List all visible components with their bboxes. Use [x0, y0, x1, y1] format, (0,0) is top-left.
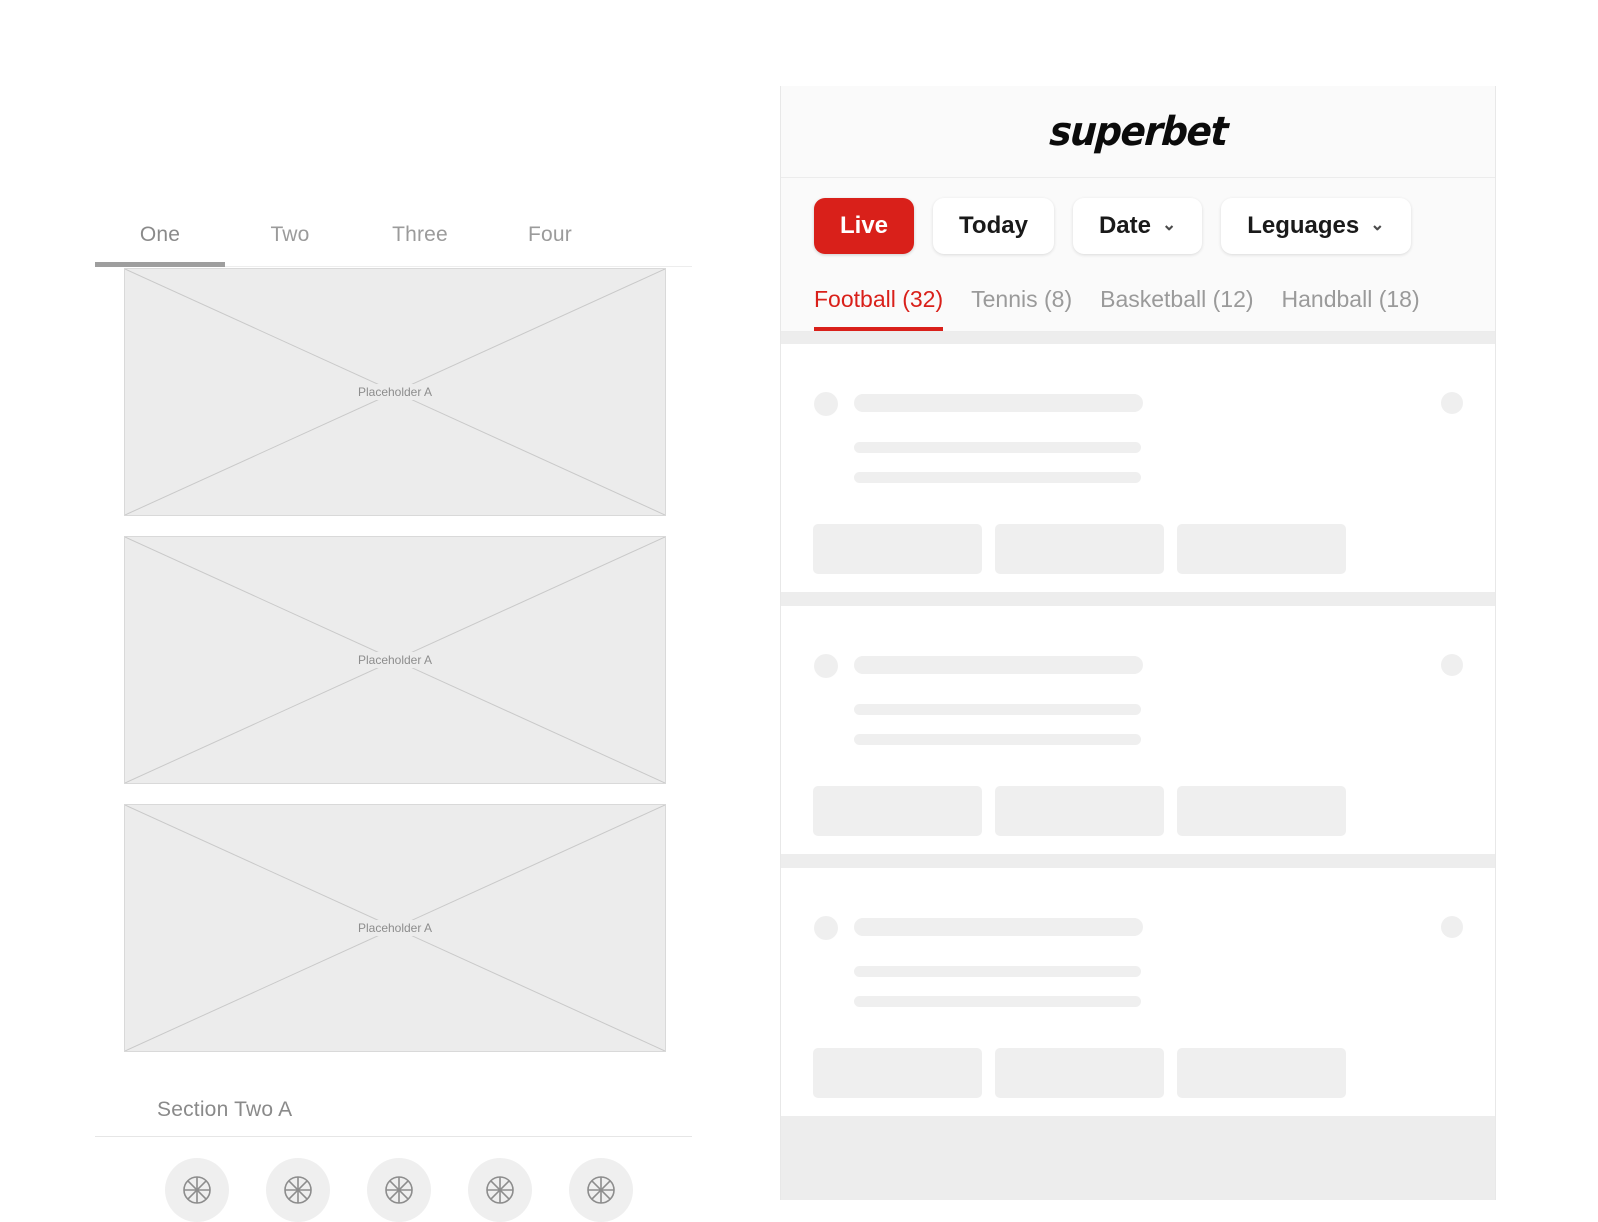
chip-item-2[interactable] — [266, 1158, 330, 1222]
skeleton-team-line-2 — [854, 996, 1141, 1007]
skeleton-team-line-1 — [854, 704, 1141, 715]
sport-tab-handball[interactable]: Handball (18) — [1282, 286, 1420, 331]
ball-wheel-icon — [483, 1173, 517, 1207]
skeleton-team-line-1 — [854, 442, 1141, 453]
chip-item-1[interactable] — [165, 1158, 229, 1222]
skeleton-odd-box[interactable] — [813, 786, 982, 836]
skeleton-odd-box[interactable] — [995, 786, 1164, 836]
placeholder-label: Placeholder A — [357, 384, 433, 400]
section-two-a-heading: Section Two A — [157, 1098, 293, 1121]
wireframe-tabbar: One Two Three Four — [95, 212, 692, 267]
active-tab-indicator — [95, 262, 225, 267]
tab-two[interactable]: Two — [225, 212, 355, 266]
wireframe-panel: One Two Three Four Placeholder A Placeho… — [0, 0, 760, 1222]
ball-wheel-icon — [382, 1173, 416, 1207]
skeleton-team-line-2 — [854, 734, 1141, 745]
filter-today-button[interactable]: Today — [933, 198, 1054, 254]
skeleton-odd-box[interactable] — [813, 524, 982, 574]
chevron-down-icon: ⌄ — [1370, 214, 1385, 234]
app-header: superbet — [781, 86, 1495, 178]
chip-row — [95, 1158, 695, 1222]
skeleton-favorite-dot[interactable] — [1441, 916, 1463, 938]
placeholder-image-c: Placeholder A — [124, 804, 666, 1052]
skeleton-odds-row — [813, 524, 1346, 574]
placeholder-label: Placeholder A — [357, 652, 433, 668]
skeleton-team-line-2 — [854, 472, 1141, 483]
sport-tab-football[interactable]: Football (32) — [814, 286, 944, 331]
filter-live-button[interactable]: Live — [814, 198, 915, 254]
skeleton-team-line-1 — [854, 966, 1141, 977]
ball-wheel-icon — [180, 1173, 214, 1207]
skeleton-title-line — [854, 394, 1143, 412]
match-card[interactable] — [781, 344, 1495, 592]
chip-item-4[interactable] — [468, 1158, 532, 1222]
ball-wheel-icon — [281, 1173, 315, 1207]
filter-date-dropdown[interactable]: Date ⌄ — [1072, 198, 1203, 254]
tab-one[interactable]: One — [95, 212, 225, 266]
skeleton-odd-box[interactable] — [1177, 1048, 1346, 1098]
section-divider — [95, 1136, 692, 1137]
filter-bar: Live Today Date ⌄ Leguages ⌄ — [781, 178, 1495, 272]
skeleton-odd-box[interactable] — [995, 1048, 1164, 1098]
skeleton-favorite-dot[interactable] — [1441, 654, 1463, 676]
tab-three[interactable]: Three — [355, 212, 485, 266]
superbet-logo: superbet — [1047, 108, 1229, 155]
skeleton-favorite-dot[interactable] — [1441, 392, 1463, 414]
skeleton-title-line — [854, 918, 1143, 936]
skeleton-odd-box[interactable] — [995, 524, 1164, 574]
filter-date-label: Date — [1098, 212, 1151, 239]
filter-leagues-dropdown[interactable]: Leguages ⌄ — [1221, 198, 1411, 254]
match-card[interactable] — [781, 606, 1495, 854]
chip-item-3[interactable] — [367, 1158, 431, 1222]
match-card-list — [781, 332, 1495, 1116]
superbet-app-panel: superbet Live Today Date ⌄ Leguages ⌄ Fo… — [780, 86, 1496, 1200]
sport-tab-tennis[interactable]: Tennis (8) — [971, 286, 1072, 331]
placeholder-image-b: Placeholder A — [124, 536, 666, 784]
tab-four[interactable]: Four — [485, 212, 615, 266]
match-card[interactable] — [781, 868, 1495, 1116]
skeleton-odds-row — [813, 1048, 1346, 1098]
skeleton-odd-box[interactable] — [1177, 786, 1346, 836]
placeholder-image-a: Placeholder A — [124, 268, 666, 516]
skeleton-avatar — [814, 392, 838, 416]
filter-leagues-label: Leguages — [1247, 212, 1360, 239]
skeleton-title-line — [854, 656, 1143, 674]
chip-item-5[interactable] — [569, 1158, 633, 1222]
filter-today-label: Today — [959, 212, 1028, 239]
sport-tabs: Football (32) Tennis (8) Basketball (12)… — [781, 272, 1495, 332]
filter-live-label: Live — [840, 212, 889, 239]
placeholder-label: Placeholder A — [357, 920, 433, 936]
skeleton-avatar — [814, 654, 838, 678]
skeleton-odd-box[interactable] — [1177, 524, 1346, 574]
chevron-down-icon: ⌄ — [1161, 214, 1177, 234]
ball-wheel-icon — [584, 1173, 618, 1207]
sport-tab-basketball[interactable]: Basketball (12) — [1100, 286, 1253, 331]
skeleton-avatar — [814, 916, 838, 940]
skeleton-odd-box[interactable] — [813, 1048, 982, 1098]
skeleton-odds-row — [813, 786, 1346, 836]
